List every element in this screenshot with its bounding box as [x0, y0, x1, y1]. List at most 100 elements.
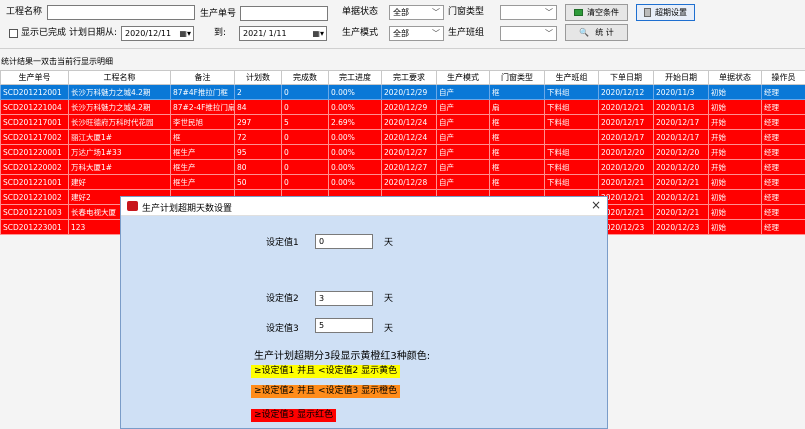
table-cell: 下料组 — [544, 84, 599, 100]
prod-team-label: 生产班组 — [448, 28, 485, 38]
table-cell: 2020/12/29 — [381, 99, 437, 115]
setting1-input[interactable]: 0 — [315, 234, 373, 249]
table-cell: 万达广场1#33 — [68, 144, 171, 160]
plan-date-from-label: 计划日期从: — [69, 28, 118, 38]
table-cell: 2020/12/21 — [653, 204, 709, 220]
table-cell: 自产 — [436, 84, 490, 100]
column-header[interactable]: 开始日期 — [653, 70, 709, 85]
table-cell: 丽江大厦1# — [68, 129, 171, 145]
table-row[interactable]: SCD201221001 建好 框生产 50 0 0.00% 2020/12/28 自产框下料… — [0, 174, 805, 190]
column-header[interactable]: 门窗类型 — [489, 70, 545, 85]
rule-description: 生产计划超期分3段显示黄橙红3种颜色: — [254, 351, 431, 362]
table-cell: 2020/12/21 — [653, 174, 709, 190]
table-cell: 框 — [489, 159, 545, 175]
table-cell: SCD201220001 — [0, 144, 69, 160]
table-cell: 0 — [281, 174, 329, 190]
column-header[interactable]: 生产单号 — [0, 70, 69, 85]
table-cell: 下料组 — [544, 144, 599, 160]
project-name-input[interactable] — [47, 5, 195, 20]
table-cell: 0 — [281, 129, 329, 145]
table-cell: 框 — [489, 129, 545, 145]
table-row[interactable]: SCD201217002 丽江大厦1# 框 72 0 0.00% 2020/12/24 自产框… — [0, 129, 805, 145]
table-cell: 95 — [234, 144, 282, 160]
unit-label: 天 — [384, 238, 394, 248]
setting2-label: 设定值2 — [266, 294, 299, 304]
column-header[interactable]: 完工进度 — [328, 70, 382, 85]
table-cell: 框生产 — [170, 159, 235, 175]
clear-conditions-button[interactable]: 清空条件 — [565, 4, 628, 21]
table-cell: 经理 — [761, 189, 805, 205]
prod-mode-select[interactable]: 全部 ﹀ — [389, 26, 444, 41]
table-cell: 2020/12/12 — [598, 84, 654, 100]
table-row[interactable]: SCD201217001 长沙旺德府万科时代花园 李世民旭 297 5 2.69% 2020… — [0, 114, 805, 130]
table-cell: 初始 — [708, 99, 762, 115]
table-cell: 2020/12/21 — [653, 189, 709, 205]
table-cell: 框 — [489, 144, 545, 160]
table-cell: 2.69% — [328, 114, 382, 130]
table-cell: 李世民旭 — [170, 114, 235, 130]
table-cell: 2020/12/27 — [381, 159, 437, 175]
table-cell: 2020/12/17 — [653, 114, 709, 130]
table-cell: 长沙旺德府万科时代花园 — [68, 114, 171, 130]
table-cell: 2020/12/28 — [381, 174, 437, 190]
close-icon[interactable]: × — [591, 198, 601, 212]
table-cell: 自产 — [436, 174, 490, 190]
prod-team-select[interactable]: ﹀ — [500, 26, 557, 41]
table-cell: 自产 — [436, 114, 490, 130]
column-header[interactable]: 备注 — [170, 70, 235, 85]
table-cell: SCD201221004 — [0, 99, 69, 115]
rule-yellow: ≥设定值1 并且 <设定值2 显示黄色 — [251, 365, 401, 378]
table-row[interactable]: SCD201220002 万科大厦1# 框生产 80 0 0.00% 2020/12/27 自… — [0, 159, 805, 175]
table-cell: 2020/12/20 — [653, 144, 709, 160]
window-type-select[interactable]: ﹀ — [500, 5, 557, 20]
setting2-input[interactable]: 3 — [315, 291, 373, 306]
statistics-button[interactable]: 🔍 统 计 — [565, 24, 628, 41]
table-cell: 开始 — [708, 129, 762, 145]
window-type-label: 门窗类型 — [448, 7, 485, 17]
rule-red: ≥设定值3 显示红色 — [251, 409, 337, 422]
date-to-picker[interactable]: 2021/ 1/11 ▦▾ — [239, 26, 327, 41]
order-no-input[interactable] — [240, 6, 328, 21]
table-cell: 下料组 — [544, 99, 599, 115]
table-cell: 经理 — [761, 219, 805, 235]
table-cell: 2020/12/20 — [653, 159, 709, 175]
date-from-value: 2020/12/11 — [125, 29, 172, 38]
column-header[interactable]: 完工要求 — [381, 70, 437, 85]
column-header[interactable]: 生产模式 — [436, 70, 490, 85]
setting3-input[interactable]: 5 — [315, 318, 373, 333]
table-row[interactable]: SCD201212001 长沙万科魅力之城4.2期 87#4F推拉门框 2 0 0.00%… — [0, 84, 805, 100]
show-completed-checkbox[interactable] — [9, 29, 18, 38]
overdue-settings-button[interactable]: 超期设置 — [636, 4, 695, 21]
table-cell: 经理 — [761, 159, 805, 175]
document-icon — [644, 8, 651, 17]
table-cell: 自产 — [436, 129, 490, 145]
table-cell: 扇 — [489, 99, 545, 115]
table-cell: SCD201221002 — [0, 189, 69, 205]
column-header[interactable]: 单据状态 — [708, 70, 762, 85]
column-header[interactable]: 生产班组 — [544, 70, 599, 85]
table-row[interactable]: SCD201221004 长沙万科魅力之城4.2期 87#2-4F推拉门扇 84 0 0.… — [0, 99, 805, 115]
table-cell: 2020/12/20 — [598, 144, 654, 160]
order-no-label: 生产单号 — [200, 9, 237, 19]
table-cell: SCD201223001 — [0, 219, 69, 235]
table-cell: 2020/12/20 — [598, 159, 654, 175]
column-header[interactable]: 计划数 — [234, 70, 282, 85]
table-cell: 经理 — [761, 114, 805, 130]
doc-status-select[interactable]: 全部 ﹀ — [389, 5, 444, 20]
table-cell: 0.00% — [328, 174, 382, 190]
table-cell: 自产 — [436, 99, 490, 115]
table-cell: 2020/12/21 — [598, 174, 654, 190]
table-cell: 0.00% — [328, 84, 382, 100]
doc-status-label: 单据状态 — [342, 7, 379, 17]
date-from-picker[interactable]: 2020/12/11 ▦▾ — [121, 26, 194, 41]
column-header[interactable]: 完成数 — [281, 70, 329, 85]
table-cell: 87#4F推拉门框 — [170, 84, 235, 100]
table-cell: 5 — [281, 114, 329, 130]
results-caption: 统计结果一双击当前行显示明细 — [1, 57, 113, 66]
column-header[interactable]: 下单日期 — [598, 70, 654, 85]
column-header[interactable]: 操作员 — [761, 70, 805, 85]
table-cell: SCD201220002 — [0, 159, 69, 175]
column-header[interactable]: 工程名称 — [68, 70, 171, 85]
table-cell: 初始 — [708, 84, 762, 100]
table-row[interactable]: SCD201220001 万达广场1#33 框生产 95 0 0.00% 2020/12/2… — [0, 144, 805, 160]
